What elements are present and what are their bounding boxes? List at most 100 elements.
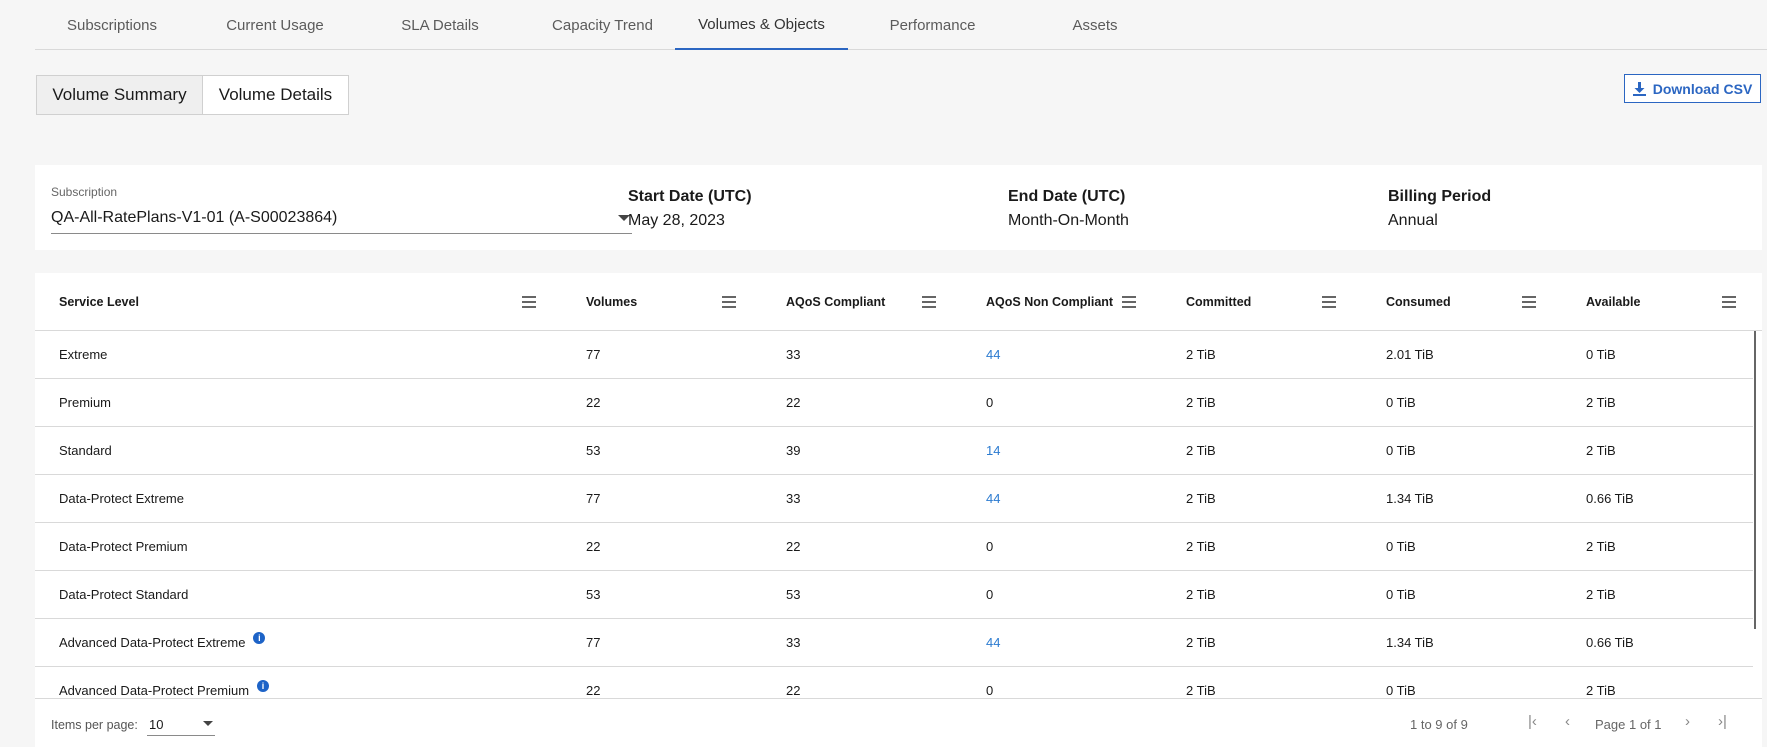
tab-current-usage[interactable]: Current Usage [220,0,330,50]
column-header-committed: Committed [1186,295,1252,309]
first-page-icon[interactable]: |‹ [1528,713,1537,730]
aqos-non-compliant-link[interactable]: 44 [986,635,1000,650]
column-header-aqos-compliant: AQoS Compliant [786,295,886,309]
download-csv-label: Download CSV [1652,80,1753,97]
info-icon[interactable]: i [253,632,266,644]
last-page-icon[interactable]: ›| [1718,713,1727,730]
tab-subscriptions[interactable]: Subscriptions [57,0,167,50]
committed-cell: 2 TiB [1186,347,1216,362]
service-level-cell: Premium [59,395,112,410]
aqos-compliant-cell: 33 [786,347,801,362]
service-level-cell: Advanced Data-Protect Extreme i [59,632,266,650]
available-cell: 0.66 TiB [1586,491,1634,506]
table-header: Service Level Volumes AQoS Compliant AQo… [35,273,1762,331]
committed-cell: 2 TiB [1186,635,1216,650]
aqos-compliant-cell: 33 [786,491,801,506]
committed-cell: 2 TiB [1186,539,1216,554]
view-toggle: Volume Summary Volume Details [36,75,349,115]
table-scrollbar[interactable] [1754,331,1756,629]
billing-period-heading: Billing Period [1388,188,1492,205]
items-per-page-select[interactable]: 10 [147,711,215,736]
committed-cell: 2 TiB [1186,443,1216,458]
subscription-info-card: Subscription QA-All-RatePlans-V1-01 (A-S… [35,165,1762,250]
consumed-cell: 0 TiB [1386,443,1416,458]
committed-cell: 2 TiB [1186,491,1216,506]
pagination-range: 1 to 9 of 9 [1410,717,1468,732]
available-cell: 2 TiB [1586,683,1616,698]
tab-volumes-objects[interactable]: Volumes & Objects [675,0,848,50]
info-icon[interactable]: i [257,680,270,692]
aqos-compliant-cell: 39 [786,443,801,458]
download-csv-button[interactable]: Download CSV [1624,74,1761,103]
column-menu-icon[interactable] [922,296,936,308]
aqos-compliant-cell: 53 [786,587,801,602]
aqos-compliant-cell: 22 [786,395,801,410]
main-tabs: Subscriptions Current Usage SLA Details … [35,0,1767,50]
end-date-value: Month-On-Month [1008,212,1129,229]
column-header-available: Available [1586,295,1641,309]
tab-performance[interactable]: Performance [875,0,990,50]
consumed-cell: 1.34 TiB [1386,635,1434,650]
aqos-non-compliant-cell: 0 [986,683,994,698]
consumed-cell: 1.34 TiB [1386,491,1434,506]
volume-summary-button[interactable]: Volume Summary [37,76,203,114]
subscription-label: Subscription [51,185,118,199]
column-menu-icon[interactable] [1322,296,1336,308]
aqos-non-compliant-link[interactable]: 44 [986,491,1000,506]
volume-details-button[interactable]: Volume Details [203,76,348,114]
volume-summary-table: Service Level Volumes AQoS Compliant AQo… [35,273,1762,747]
consumed-cell: 0 TiB [1386,683,1416,698]
aqos-non-compliant-cell: 0 [986,395,994,410]
aqos-non-compliant-cell: 0 [986,587,994,602]
table-row: Data-Protect Standard 53 53 0 2 TiB 0 Ti… [35,571,1753,619]
committed-cell: 2 TiB [1186,587,1216,602]
service-level-label: Advanced Data-Protect Premium [59,683,250,698]
available-cell: 2 TiB [1586,539,1616,554]
volumes-cell: 53 [586,587,601,602]
aqos-compliant-cell: 22 [786,683,801,698]
service-level-cell: Advanced Data-Protect Premium i [59,680,270,698]
start-date-value: May 28, 2023 [628,212,725,229]
volumes-cell: 77 [586,635,601,650]
volumes-cell: 77 [586,347,601,362]
column-menu-icon[interactable] [1722,296,1736,308]
aqos-compliant-cell: 22 [786,539,801,554]
available-cell: 2 TiB [1586,587,1616,602]
tab-capacity-trend[interactable]: Capacity Trend [540,0,665,50]
table-row: Standard 53 39 14 2 TiB 0 TiB 2 TiB [35,427,1753,475]
volumes-cell: 53 [586,443,601,458]
aqos-non-compliant-cell: 0 [986,539,994,554]
tab-assets[interactable]: Assets [1060,0,1130,50]
aqos-non-compliant-link[interactable]: 44 [986,347,1000,362]
table-row: Advanced Data-Protect Extreme i 77 33 44 … [35,619,1753,667]
tab-sla-details[interactable]: SLA Details [390,0,490,50]
next-page-icon[interactable]: › [1685,713,1690,730]
aqos-non-compliant-link[interactable]: 14 [986,443,1000,458]
committed-cell: 2 TiB [1186,395,1216,410]
consumed-cell: 0 TiB [1386,539,1416,554]
column-menu-icon[interactable] [1522,296,1536,308]
subscription-select[interactable]: QA-All-RatePlans-V1-01 (A-S00023864) [51,203,632,234]
items-per-page-value: 10 [149,717,164,732]
service-level-cell: Data-Protect Premium [59,539,188,554]
table-row: Extreme 77 33 44 2 TiB 2.01 TiB 0 TiB [35,331,1753,379]
volumes-cell: 22 [586,395,601,410]
prev-page-icon[interactable]: ‹ [1565,713,1570,730]
service-level-cell: Extreme [59,347,108,362]
table-row: Data-Protect Extreme 77 33 44 2 TiB 1.34… [35,475,1753,523]
volumes-cell: 77 [586,491,601,506]
service-level-label: Advanced Data-Protect Extreme [59,635,246,650]
pagination-bar: Items per page: 10 1 to 9 of 9 |‹ ‹ Page… [35,698,1762,747]
table-row: Premium 22 22 0 2 TiB 0 TiB 2 TiB [35,379,1753,427]
column-header-aqos-non-compliant: AQoS Non Compliant [986,295,1114,309]
volumes-cell: 22 [586,683,601,698]
column-menu-icon[interactable] [722,296,736,308]
subscription-value: QA-All-RatePlans-V1-01 (A-S00023864) [51,209,338,226]
service-level-cell: Data-Protect Extreme [59,491,184,506]
column-menu-icon[interactable] [1122,296,1136,308]
column-menu-icon[interactable] [522,296,536,308]
consumed-cell: 0 TiB [1386,587,1416,602]
column-header-service-level: Service Level [59,295,139,309]
start-date-heading: Start Date (UTC) [628,188,752,205]
aqos-compliant-cell: 33 [786,635,801,650]
